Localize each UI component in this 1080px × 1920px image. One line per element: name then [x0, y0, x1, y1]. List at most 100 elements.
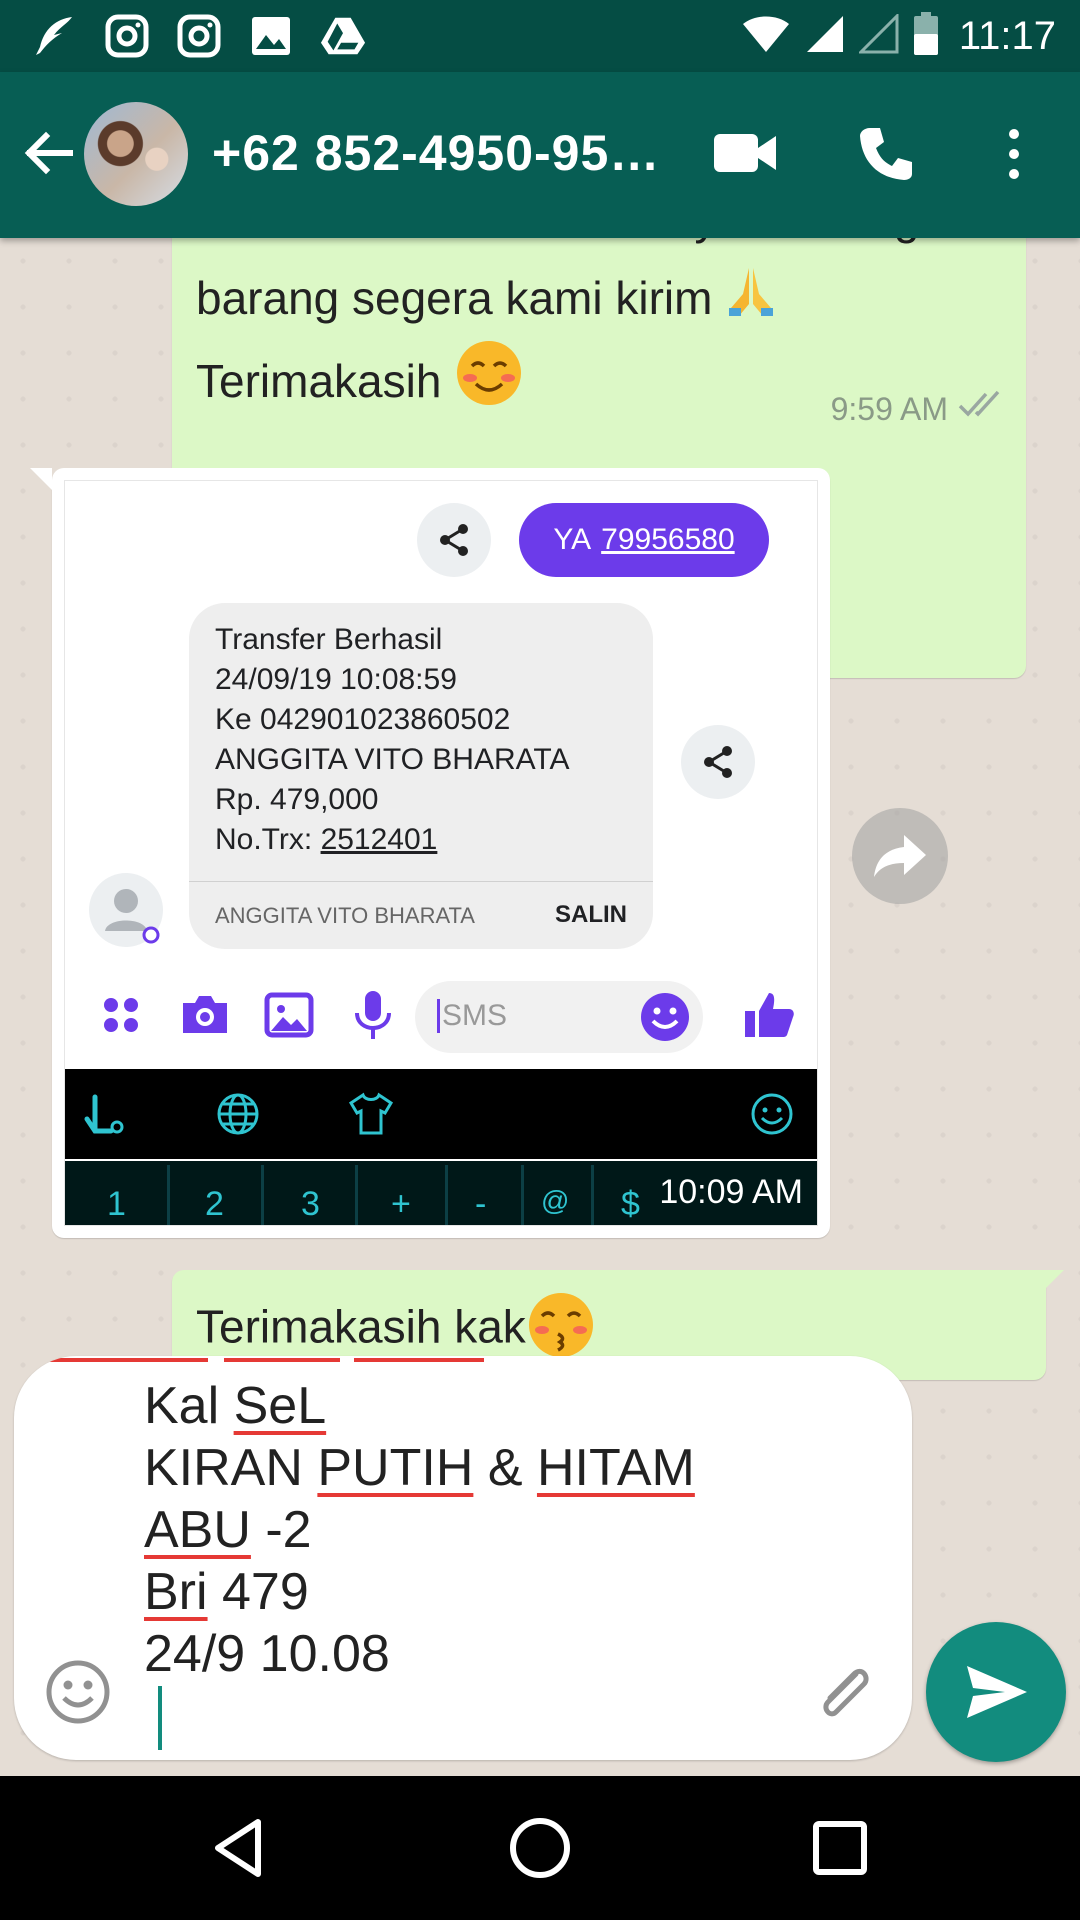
message-text: barang segera kami kirim: [196, 258, 777, 342]
sms-screenshot-image[interactable]: YA 79956580 Transfer Berhasil 24/09/19 1…: [64, 480, 818, 1226]
more-vert-icon[interactable]: [996, 124, 1032, 184]
image-icon: [248, 13, 294, 59]
reply-label: YA: [553, 523, 592, 556]
globe-icon: [215, 1091, 261, 1142]
input-line: Bri 479: [144, 1562, 309, 1622]
battery-icon: [913, 11, 939, 61]
emoji-icon: [639, 991, 691, 1048]
status-bar: 11:17: [0, 0, 1080, 72]
sms-text-field: SMS: [415, 981, 703, 1053]
home-circle-icon[interactable]: [500, 1808, 580, 1888]
key-separator: [261, 1165, 264, 1225]
touch-icon: [81, 1089, 131, 1144]
input-word-misspelled: HITAM: [536, 1439, 695, 1497]
key-separator: [591, 1165, 594, 1225]
input-word-misspelled: Bri: [144, 1563, 208, 1621]
instagram-icon: [104, 13, 150, 59]
trx-number: 2512401: [320, 823, 438, 856]
message-meta: 9:59 AM: [831, 390, 1004, 428]
input-line: KIRAN PUTIH & HITAM: [144, 1438, 695, 1498]
key-separator: [167, 1165, 170, 1225]
divider: [189, 881, 653, 882]
signal-icon: [805, 14, 845, 59]
send-button[interactable]: [926, 1622, 1066, 1762]
sms-line: Ke 042901023860502: [215, 703, 511, 736]
sms-line: ANGGITA VITO BHARATA: [215, 743, 570, 776]
key: @: [541, 1185, 570, 1216]
input-word: -2: [250, 1501, 312, 1559]
sms-line: 24/09/19 10:08:59: [215, 663, 457, 696]
message-bubble-incoming-image[interactable]: YA 79956580 Transfer Berhasil 24/09/19 1…: [30, 468, 830, 1238]
chat-header: +62 852-4950-95…: [0, 72, 1080, 238]
key-separator: [521, 1165, 524, 1225]
message-input-text[interactable]: Kal SeL KIRAN PUTIH & HITAM ABU -2 Bri 4…: [144, 1356, 794, 1760]
key: -: [475, 1185, 487, 1223]
sms-line: Rp. 479,000: [215, 783, 379, 816]
keyboard-number-row: 1 2 3 + - @ $ 10:09 AM: [65, 1161, 817, 1225]
input-line: ABU -2: [144, 1500, 312, 1560]
input-word: KIRAN: [144, 1439, 318, 1497]
input-line: 24/9 10.08: [144, 1625, 390, 1683]
input-word: Kal: [144, 1377, 234, 1435]
instagram-icon: [176, 13, 222, 59]
double-check-icon: [958, 390, 1004, 428]
forward-arrow-icon: [874, 835, 926, 877]
system-navigation-bar: [0, 1776, 1080, 1920]
microphone-icon: [345, 987, 401, 1043]
key: 2: [205, 1185, 224, 1223]
sms-line-trx: No.Trx: 2512401: [215, 823, 437, 857]
input-word-misspelled: SeL: [233, 1377, 327, 1435]
message-time: 9:59 AM: [830, 390, 948, 427]
smiley-icon: [749, 1091, 795, 1142]
copy-label: SALIN: [555, 901, 627, 928]
key: 1: [107, 1185, 126, 1223]
sms-message-card: Transfer Berhasil 24/09/19 10:08:59 Ke 0…: [189, 603, 653, 949]
drive-icon: [320, 13, 366, 59]
message-text: kirim bukti transfer ke saya kak? Agar: [196, 238, 960, 258]
thumbs-up-icon: [741, 987, 797, 1043]
input-word-misspelled: PUTIH: [317, 1439, 474, 1497]
text-cursor: [158, 1686, 162, 1750]
sms-line: Transfer Berhasil: [215, 623, 443, 656]
input-word-misspelled: ABU: [144, 1501, 251, 1559]
back-arrow-icon[interactable]: [20, 124, 78, 182]
key: +: [391, 1185, 411, 1223]
smiling-blush-emoji-icon: [454, 338, 524, 432]
input-word: &: [473, 1439, 537, 1497]
sms-placeholder: SMS: [437, 999, 507, 1033]
attachment-clip-icon[interactable]: [812, 1660, 878, 1726]
forward-button[interactable]: [852, 808, 948, 904]
input-line: Kal SeL: [144, 1376, 326, 1436]
contact-avatar[interactable]: [84, 102, 188, 206]
keyboard-toolbar: [65, 1069, 817, 1159]
wifi-icon: [741, 14, 791, 59]
message-text-part: Terimakasih: [196, 355, 442, 408]
contact-name[interactable]: +62 852-4950-95…: [212, 124, 660, 182]
share-icon: [417, 503, 491, 577]
key: $: [621, 1185, 640, 1223]
message-text-part: barang segera kami kirim: [196, 272, 713, 324]
key: 3: [301, 1185, 320, 1223]
sender-avatar-icon: [89, 873, 163, 947]
recents-square-icon[interactable]: [800, 1808, 880, 1888]
send-icon: [967, 1666, 1027, 1718]
sms-sender: ANGGITA VITO BHARATA: [215, 903, 475, 928]
camera-icon: [177, 987, 233, 1043]
emoji-keyboard-icon[interactable]: [44, 1658, 112, 1726]
sms-compose-bar: SMS: [65, 967, 817, 1067]
back-triangle-icon[interactable]: [200, 1808, 280, 1888]
image-timestamp: 10:09 AM: [659, 1173, 803, 1211]
phone-call-icon[interactable]: [856, 124, 916, 184]
message-input[interactable]: Kal SeL KIRAN PUTIH & HITAM ABU -2 Bri 4…: [14, 1356, 912, 1760]
message-text: Terimakasih: [196, 338, 524, 432]
apps-grid-icon: [93, 987, 149, 1043]
message-text-part: Terimakasih kak: [196, 1300, 526, 1353]
theme-shirt-icon: [347, 1091, 395, 1142]
share-icon: [681, 725, 755, 799]
key-separator: [445, 1165, 448, 1225]
video-call-icon[interactable]: [712, 128, 778, 178]
clock: 11:17: [958, 13, 1056, 58]
key-separator: [355, 1165, 358, 1225]
folded-hands-emoji-icon: [725, 262, 777, 342]
signal-empty-icon: [857, 11, 899, 59]
